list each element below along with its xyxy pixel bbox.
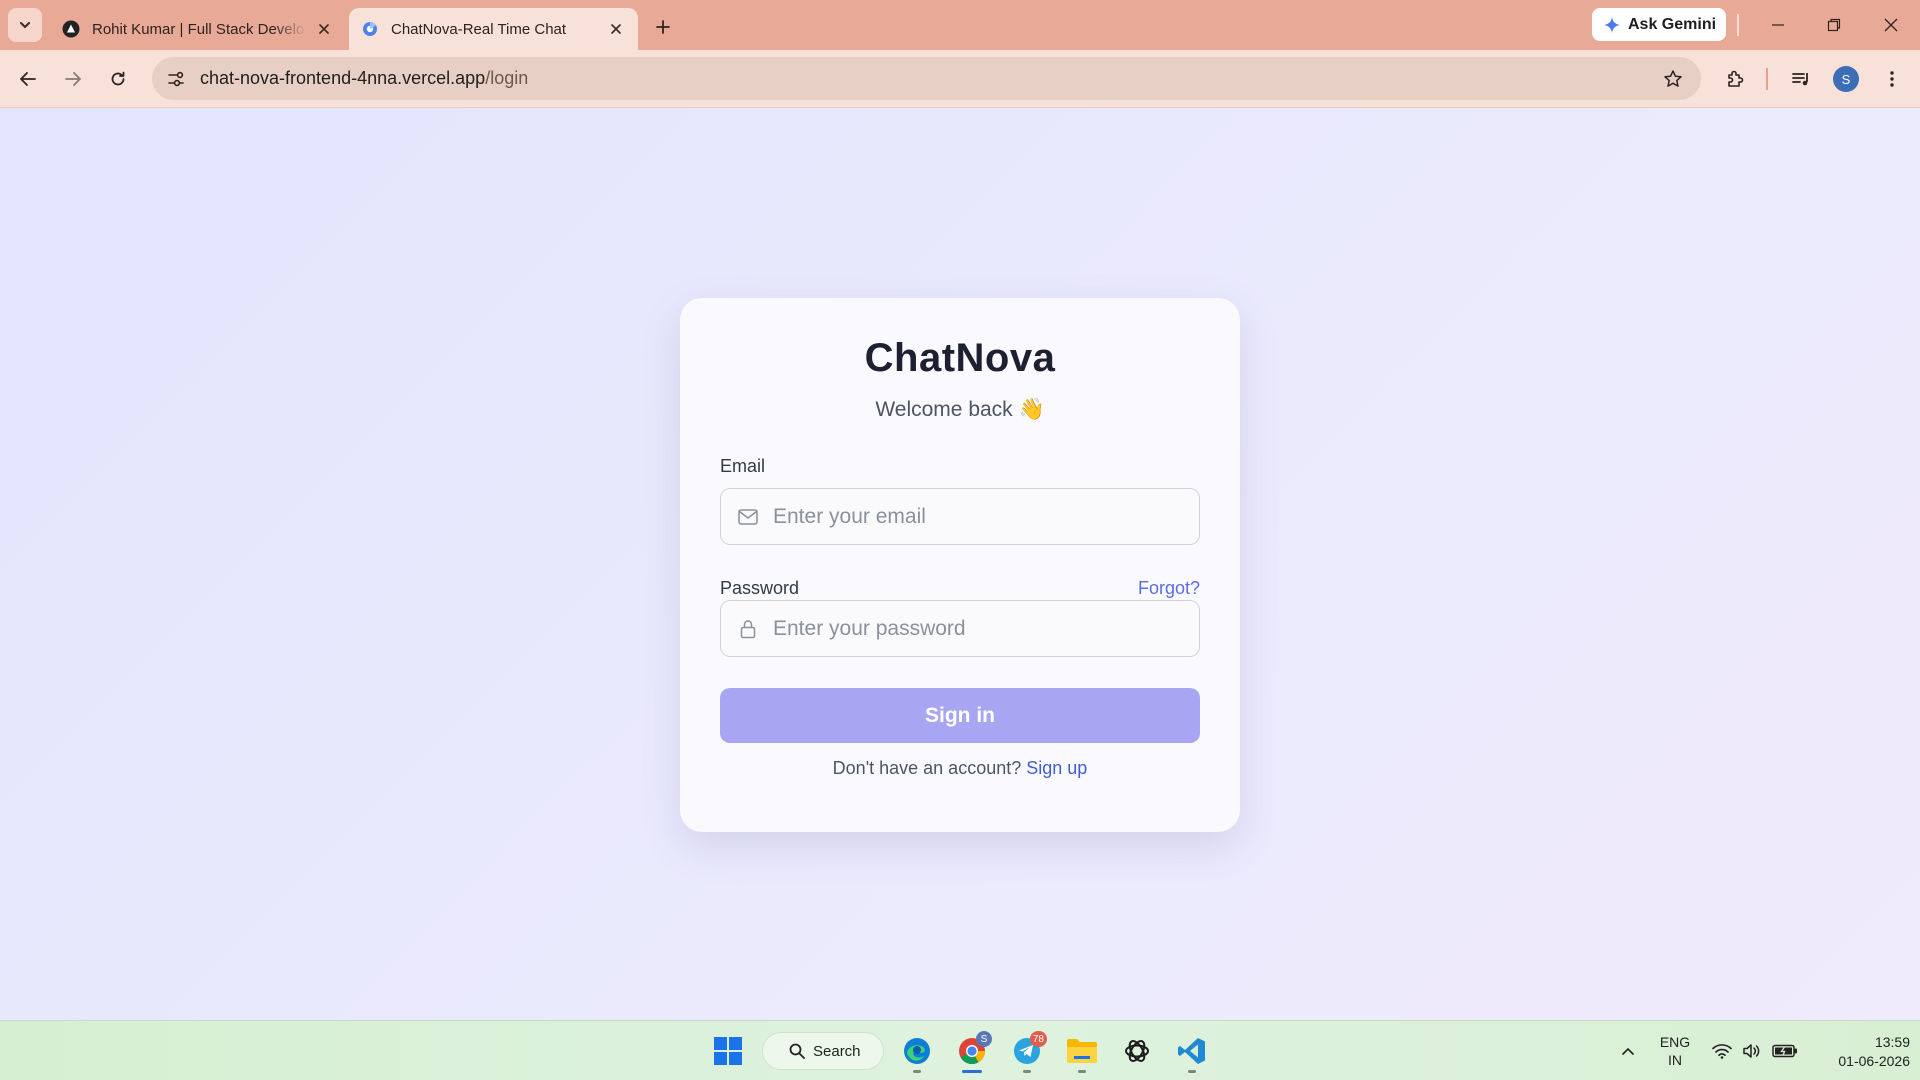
media-controls-button[interactable]	[1783, 61, 1819, 97]
sign-up-link[interactable]: Sign up	[1026, 758, 1087, 778]
signup-prompt-text: Don't have an account?	[832, 758, 1022, 778]
taskbar-search-box[interactable]: Search	[762, 1032, 884, 1070]
email-label: Email	[720, 456, 766, 476]
running-indicator	[913, 1070, 921, 1073]
battery-status[interactable]	[1770, 1031, 1800, 1071]
forward-button[interactable]	[55, 61, 91, 97]
mail-icon	[737, 506, 759, 528]
password-input[interactable]	[773, 616, 1173, 641]
taskbar-file-explorer[interactable]	[1062, 1031, 1102, 1073]
tab-title: ChatNova-Real Time Chat	[391, 20, 567, 38]
running-indicator	[1078, 1070, 1086, 1073]
url-text[interactable]: chat-nova-frontend-4nna.vercel.app/login	[200, 68, 1657, 89]
clock-date: 01-06-2026	[1838, 1053, 1910, 1069]
password-label: Password	[720, 578, 800, 598]
browser-menu-button[interactable]	[1874, 61, 1910, 97]
browser-tab-strip: Rohit Kumar | Full Stack Develo ChatNova…	[0, 0, 1920, 50]
password-field[interactable]	[720, 600, 1200, 657]
minimize-button[interactable]	[1758, 8, 1798, 42]
restore-button[interactable]	[1814, 8, 1854, 42]
chatgpt-icon	[1125, 1040, 1149, 1062]
running-indicator	[1023, 1070, 1031, 1073]
divider	[1766, 68, 1768, 90]
region-code: IN	[1668, 1052, 1682, 1068]
taskbar-telegram[interactable]: 78	[1007, 1031, 1047, 1073]
reload-button[interactable]	[100, 61, 136, 97]
chatnova-favicon-icon	[361, 20, 379, 38]
search-icon	[789, 1043, 805, 1059]
taskbar-chatgpt[interactable]	[1117, 1031, 1157, 1071]
email-input[interactable]	[773, 504, 1173, 529]
speaker-icon	[1743, 1044, 1760, 1058]
plus-icon	[656, 20, 670, 34]
profile-avatar[interactable]: S	[1833, 66, 1859, 92]
back-button[interactable]	[10, 61, 46, 97]
media-queue-icon	[1792, 73, 1808, 86]
start-button[interactable]	[708, 1031, 748, 1071]
tab-chatnova[interactable]: ChatNova-Real Time Chat	[349, 8, 638, 50]
reload-icon	[111, 71, 125, 86]
url-host: chat-nova-frontend-4nna.vercel.app	[200, 68, 486, 88]
wifi-status[interactable]	[1710, 1031, 1734, 1071]
ask-gemini-button[interactable]: Ask Gemini	[1592, 8, 1726, 41]
tab-portfolio[interactable]: Rohit Kumar | Full Stack Develo	[50, 8, 346, 50]
address-bar[interactable]: chat-nova-frontend-4nna.vercel.app/login	[152, 57, 1701, 100]
signup-prompt-line: Don't have an account? Sign up	[680, 758, 1240, 779]
brand-title: ChatNova	[864, 336, 1056, 380]
site-info-icon[interactable]	[162, 65, 190, 93]
forgot-password-link[interactable]: Forgot?	[1138, 578, 1200, 599]
windows-logo-icon	[714, 1037, 742, 1065]
new-tab-button[interactable]	[648, 12, 678, 42]
windows-taskbar: Search S 78 ENG IN 13:59 01-06-2026	[0, 1020, 1920, 1080]
arrow-right-icon	[65, 72, 81, 86]
divider	[1737, 14, 1739, 36]
sign-in-button[interactable]: Sign in	[720, 688, 1200, 743]
tab-search-button[interactable]	[8, 8, 42, 42]
browser-toolbar: chat-nova-frontend-4nna.vercel.app/login…	[0, 50, 1920, 108]
restore-icon	[1827, 18, 1841, 32]
close-window-button[interactable]	[1871, 8, 1911, 42]
clock-time: 13:59	[1874, 1034, 1910, 1050]
login-card: ChatNova Welcome back 👋 Email Password F…	[680, 298, 1240, 832]
taskbar-vscode[interactable]	[1172, 1031, 1212, 1073]
puzzle-icon	[1728, 70, 1744, 87]
bookmark-star-icon[interactable]	[1657, 63, 1689, 95]
kebab-menu-icon	[1890, 71, 1894, 87]
show-hidden-icons-button[interactable]	[1614, 1031, 1642, 1071]
portfolio-favicon-icon	[62, 20, 80, 38]
language-code: ENG	[1659, 1034, 1691, 1050]
wifi-icon	[1712, 1044, 1732, 1059]
folder-icon	[1067, 1039, 1097, 1063]
volume-status[interactable]	[1740, 1031, 1764, 1071]
minimize-icon	[1772, 24, 1784, 26]
tab-title: Rohit Kumar | Full Stack Develo	[92, 20, 305, 38]
language-indicator[interactable]: ENG IN	[1657, 1033, 1693, 1069]
arrow-left-icon	[20, 72, 36, 86]
battery-charging-icon	[1772, 1044, 1797, 1058]
active-indicator	[962, 1070, 982, 1073]
chevron-down-icon	[20, 22, 30, 29]
lock-icon	[737, 618, 759, 640]
close-tab-icon[interactable]	[604, 17, 628, 41]
search-label: Search	[813, 1042, 861, 1060]
close-tab-icon[interactable]	[312, 17, 336, 41]
page-background: ChatNova Welcome back 👋 Email Password F…	[0, 108, 1920, 1020]
taskbar-chrome[interactable]: S	[952, 1031, 992, 1073]
welcome-subtitle: Welcome back 👋	[875, 398, 1045, 421]
extensions-button[interactable]	[1717, 61, 1753, 97]
close-icon	[1884, 18, 1898, 32]
system-clock[interactable]: 13:59 01-06-2026	[1810, 1033, 1910, 1071]
edge-browser-icon	[904, 1038, 930, 1064]
url-path: /login	[485, 68, 529, 88]
taskbar-edge[interactable]	[897, 1031, 937, 1073]
email-field[interactable]	[720, 488, 1200, 545]
telegram-unread-badge: 78	[1029, 1031, 1047, 1047]
running-indicator	[1188, 1070, 1196, 1073]
chrome-profile-badge: S	[976, 1031, 992, 1047]
gemini-sparkle-icon	[1604, 16, 1620, 33]
ask-gemini-label: Ask Gemini	[1628, 15, 1717, 33]
vscode-icon	[1178, 1038, 1205, 1064]
chevron-up-icon	[1622, 1047, 1634, 1055]
